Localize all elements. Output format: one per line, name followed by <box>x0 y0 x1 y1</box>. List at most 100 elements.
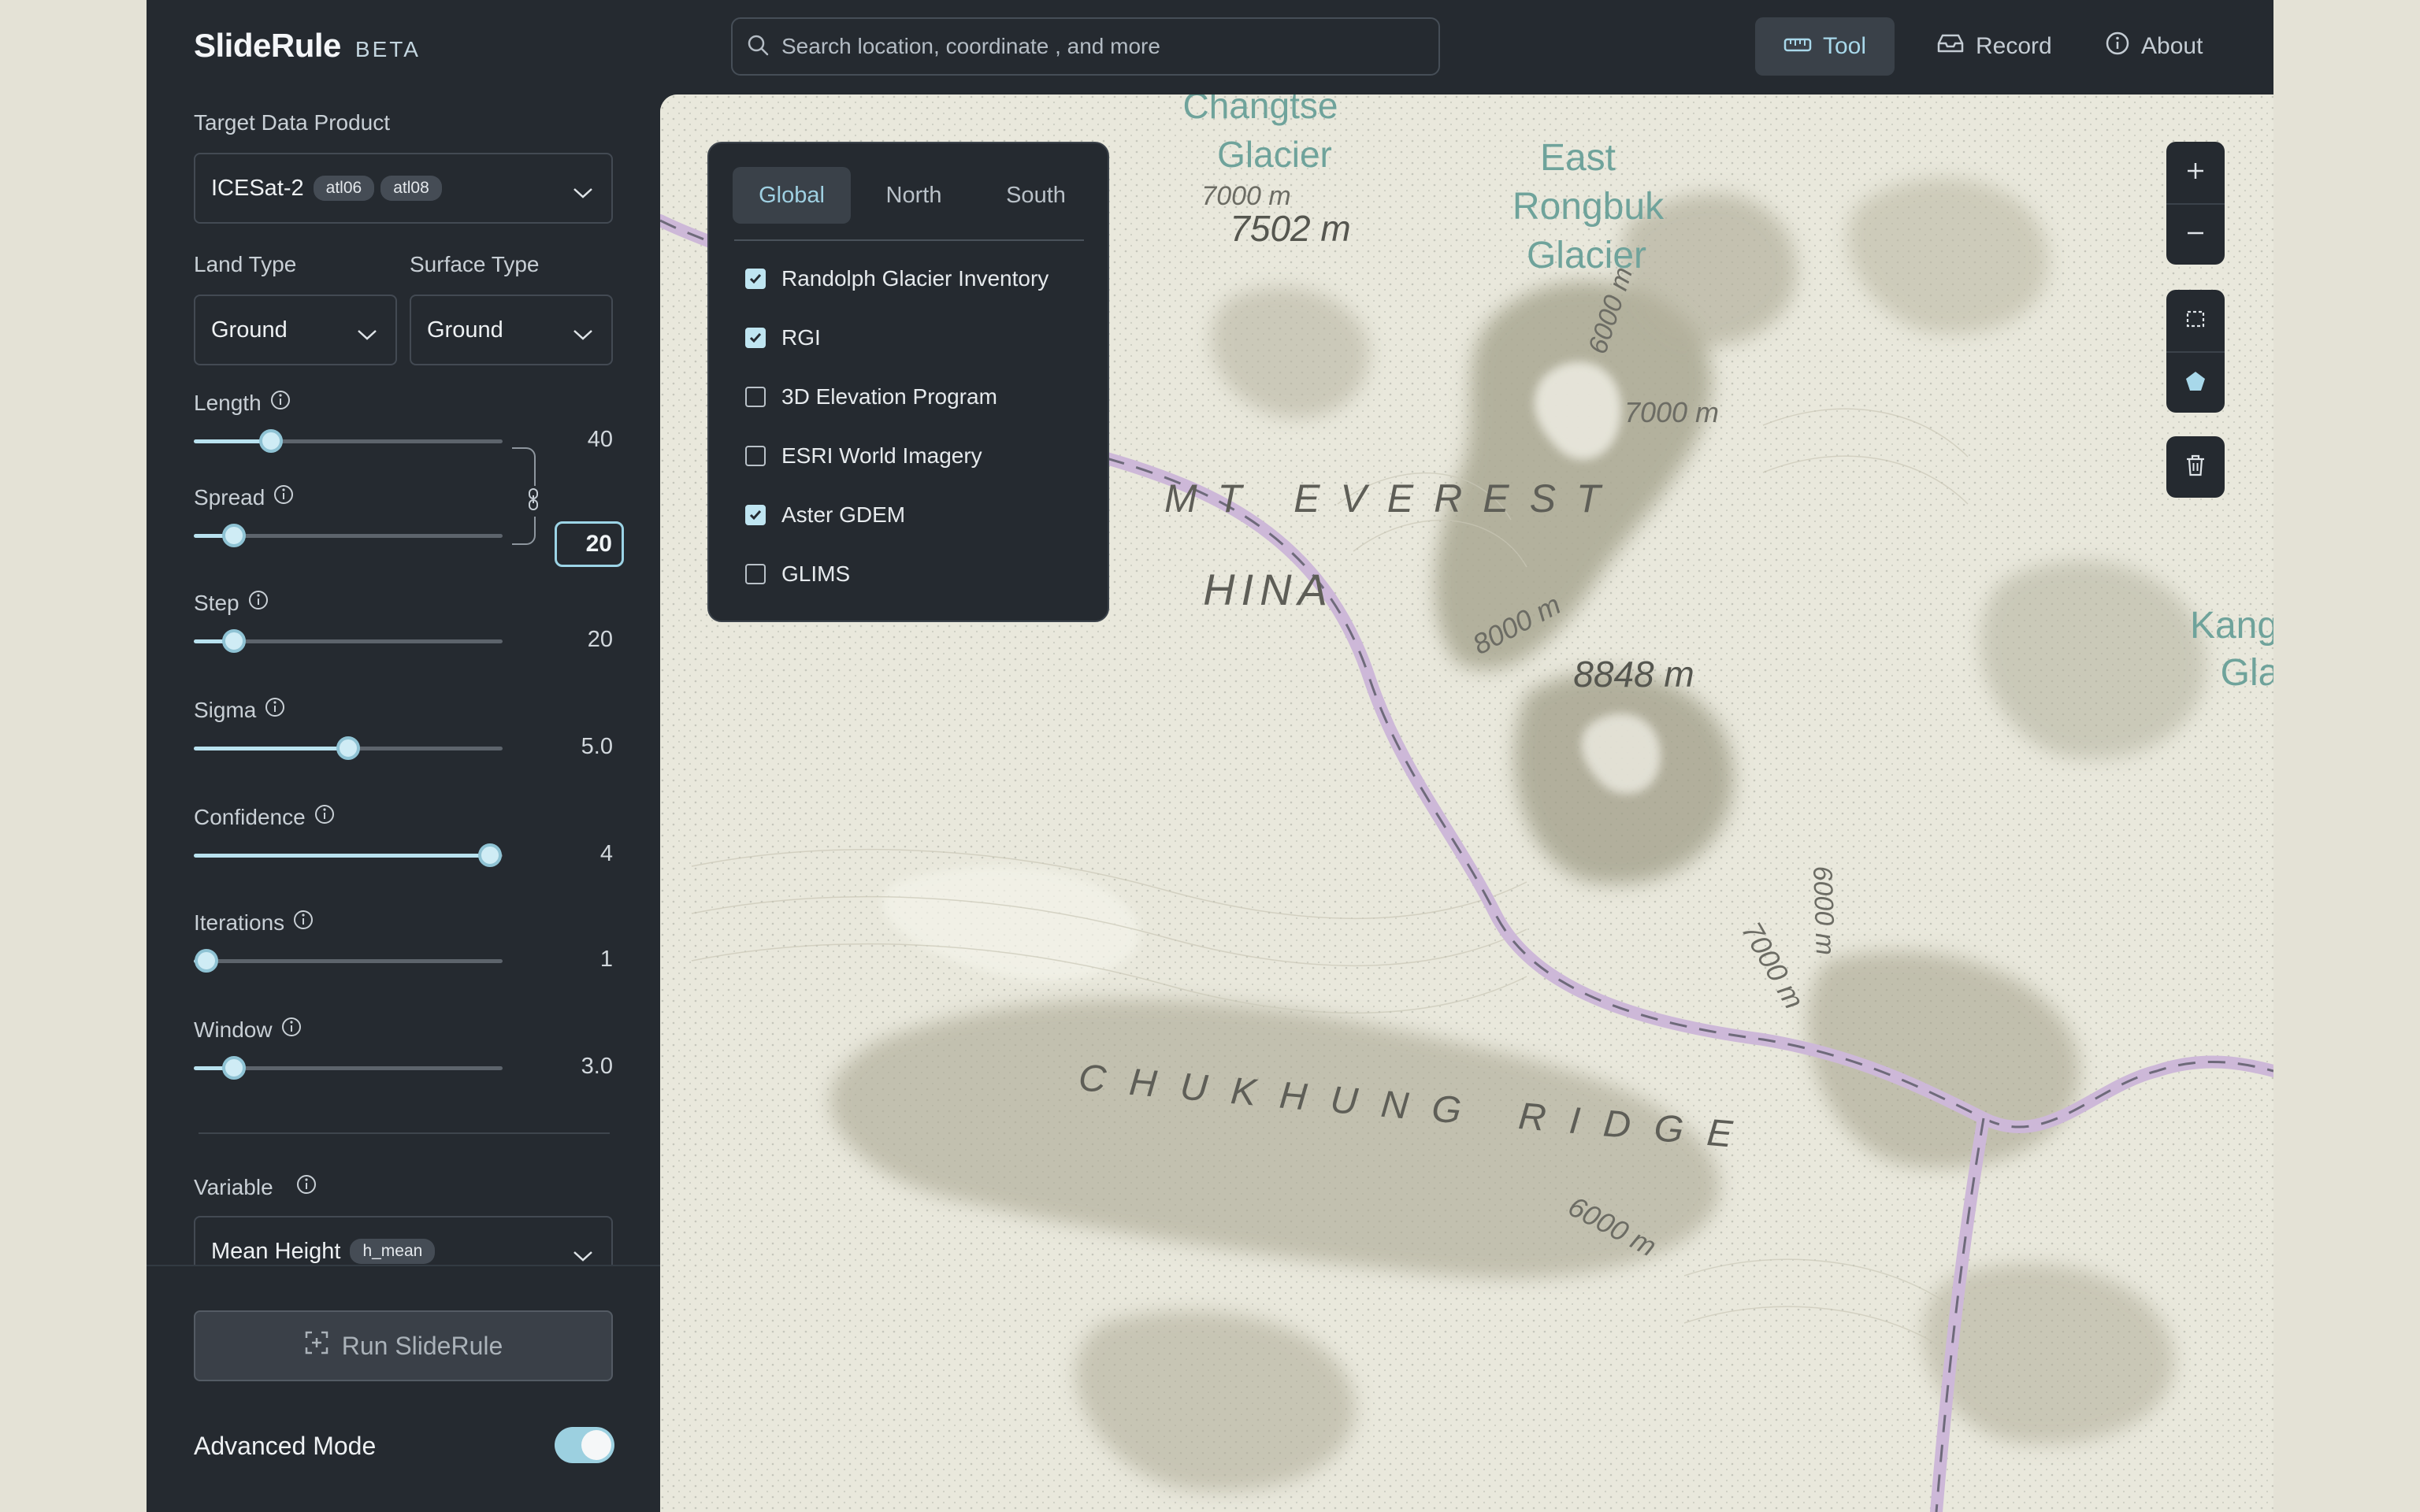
slider-label-step: Step <box>194 589 269 617</box>
slider-confidence[interactable] <box>194 843 503 867</box>
map-label-everest: MT EVEREST <box>1164 476 1620 521</box>
layer-label: 3D Elevation Program <box>781 384 997 409</box>
trash-icon <box>2184 454 2207 481</box>
slider-thumb[interactable] <box>336 736 360 760</box>
variable-value: Mean Height <box>211 1238 341 1264</box>
slider-thumb[interactable] <box>259 429 283 453</box>
nav-tool-label: Tool <box>1823 33 1867 59</box>
draw-controls <box>2166 290 2225 413</box>
layer-item[interactable]: GLIMS <box>745 561 850 587</box>
slider-thumb[interactable] <box>221 1056 246 1080</box>
toggle-knob <box>581 1430 611 1460</box>
layer-label: Aster GDEM <box>781 502 906 527</box>
checkbox-checked[interactable] <box>745 328 766 348</box>
layer-item[interactable]: Randolph Glacier Inventory <box>745 266 1049 291</box>
layer-label: RGI <box>781 325 821 350</box>
map-label-glacier: Gla <box>2221 652 2273 694</box>
zoom-out-icon <box>2184 222 2207 248</box>
target-data-product-label: Target Data Product <box>194 110 391 135</box>
checkbox-checked[interactable] <box>745 269 766 289</box>
nav-about-button[interactable]: About <box>2077 17 2231 76</box>
h-mean-pill: h_mean <box>350 1239 436 1264</box>
checkbox-unchecked[interactable] <box>745 564 766 584</box>
slider-thumb[interactable] <box>221 629 246 653</box>
variable-label-text: Variable <box>194 1174 273 1199</box>
tab-south[interactable]: South <box>977 167 1095 224</box>
map-label-rongbuk: Rongbuk <box>1512 186 1665 228</box>
land-type-value: Ground <box>211 317 288 343</box>
polygon-draw-button[interactable] <box>2166 351 2225 413</box>
map-label-east: East <box>1540 137 1616 179</box>
beta-badge: BETA <box>354 37 421 61</box>
search-icon <box>747 34 769 60</box>
nav-record-button[interactable]: Record <box>1908 17 2080 76</box>
slider-value: 4 <box>599 841 613 866</box>
advanced-mode-label: Advanced Mode <box>194 1432 377 1460</box>
slider-window[interactable] <box>194 1056 503 1080</box>
slider-label-text: Spread <box>194 484 265 510</box>
zoom-in-button[interactable] <box>2166 142 2225 203</box>
slider-iterations[interactable] <box>194 949 503 973</box>
search-input[interactable] <box>781 34 1427 59</box>
info-icon[interactable] <box>273 484 295 511</box>
info-icon[interactable] <box>280 1016 302 1043</box>
nav-tool-button[interactable]: Tool <box>1755 17 1895 76</box>
layer-item[interactable]: RGI <box>745 325 821 350</box>
app-name: SlideRule <box>194 27 341 64</box>
target-data-product-select[interactable]: ICESat-2 atl06 atl08 <box>194 153 613 224</box>
slider-fill <box>194 854 491 858</box>
slider-label-text: Iterations <box>194 910 285 935</box>
slider-spread[interactable] <box>194 524 503 547</box>
run-sliderule-button[interactable]: Run SlideRule <box>194 1310 613 1381</box>
run-sliderule-label: Run SlideRule <box>341 1331 503 1360</box>
layer-item[interactable]: ESRI World Imagery <box>745 443 982 469</box>
delete-controls <box>2166 436 2225 498</box>
land-type-select[interactable]: Ground <box>194 295 397 365</box>
slider-label-confidence: Confidence <box>194 803 336 831</box>
sidebar-footer <box>147 1265 660 1512</box>
tab-north[interactable]: North <box>859 167 969 224</box>
variable-label: Variable <box>194 1173 317 1201</box>
layer-item[interactable]: Aster GDEM <box>745 502 905 528</box>
tab-global[interactable]: Global <box>733 167 851 224</box>
checkbox-checked[interactable] <box>745 505 766 525</box>
map-label-china: HINA <box>1203 565 1334 614</box>
slider-label-iterations: Iterations <box>194 909 314 936</box>
advanced-mode-toggle[interactable] <box>555 1427 614 1463</box>
info-icon[interactable] <box>295 1173 317 1201</box>
zoom-in-icon <box>2184 160 2207 186</box>
info-icon <box>2105 31 2130 62</box>
search-bar[interactable] <box>731 17 1440 76</box>
checkbox-unchecked[interactable] <box>745 446 766 466</box>
slider-sigma[interactable] <box>194 736 503 760</box>
map-label-elev: 7000 m <box>1624 396 1719 428</box>
surface-type-select[interactable]: Ground <box>410 295 613 365</box>
info-icon[interactable] <box>247 589 269 617</box>
info-icon[interactable] <box>314 803 336 831</box>
slider-step[interactable] <box>194 629 503 653</box>
surface-type-label: Surface Type <box>410 252 540 276</box>
info-icon[interactable] <box>292 909 314 936</box>
rectangle-select-icon <box>2184 308 2207 334</box>
link-icon[interactable] <box>526 486 540 517</box>
layer-item[interactable]: 3D Elevation Program <box>745 384 997 410</box>
zoom-out-button[interactable] <box>2166 203 2225 265</box>
rectangle-select-button[interactable] <box>2166 290 2225 351</box>
check-icon <box>749 510 762 521</box>
slider-label-text: Confidence <box>194 804 306 829</box>
slider-thumb[interactable] <box>221 524 246 547</box>
nav-about-label: About <box>2141 33 2203 59</box>
slider-label-sigma: Sigma <box>194 696 286 724</box>
slider-label-length: Length <box>194 389 291 417</box>
info-icon[interactable] <box>269 389 291 417</box>
slider-thumb[interactable] <box>478 843 503 867</box>
slider-length[interactable] <box>194 429 503 453</box>
tab-divider <box>734 239 1084 241</box>
checkbox-unchecked[interactable] <box>745 387 766 407</box>
layer-label: Randolph Glacier Inventory <box>781 266 1049 291</box>
slider-thumb[interactable] <box>194 949 218 973</box>
map-label-elev: 8848 m <box>1573 654 1694 695</box>
delete-button[interactable] <box>2166 436 2225 498</box>
spread-value-input[interactable]: 20 <box>555 521 624 567</box>
info-icon[interactable] <box>264 696 286 724</box>
